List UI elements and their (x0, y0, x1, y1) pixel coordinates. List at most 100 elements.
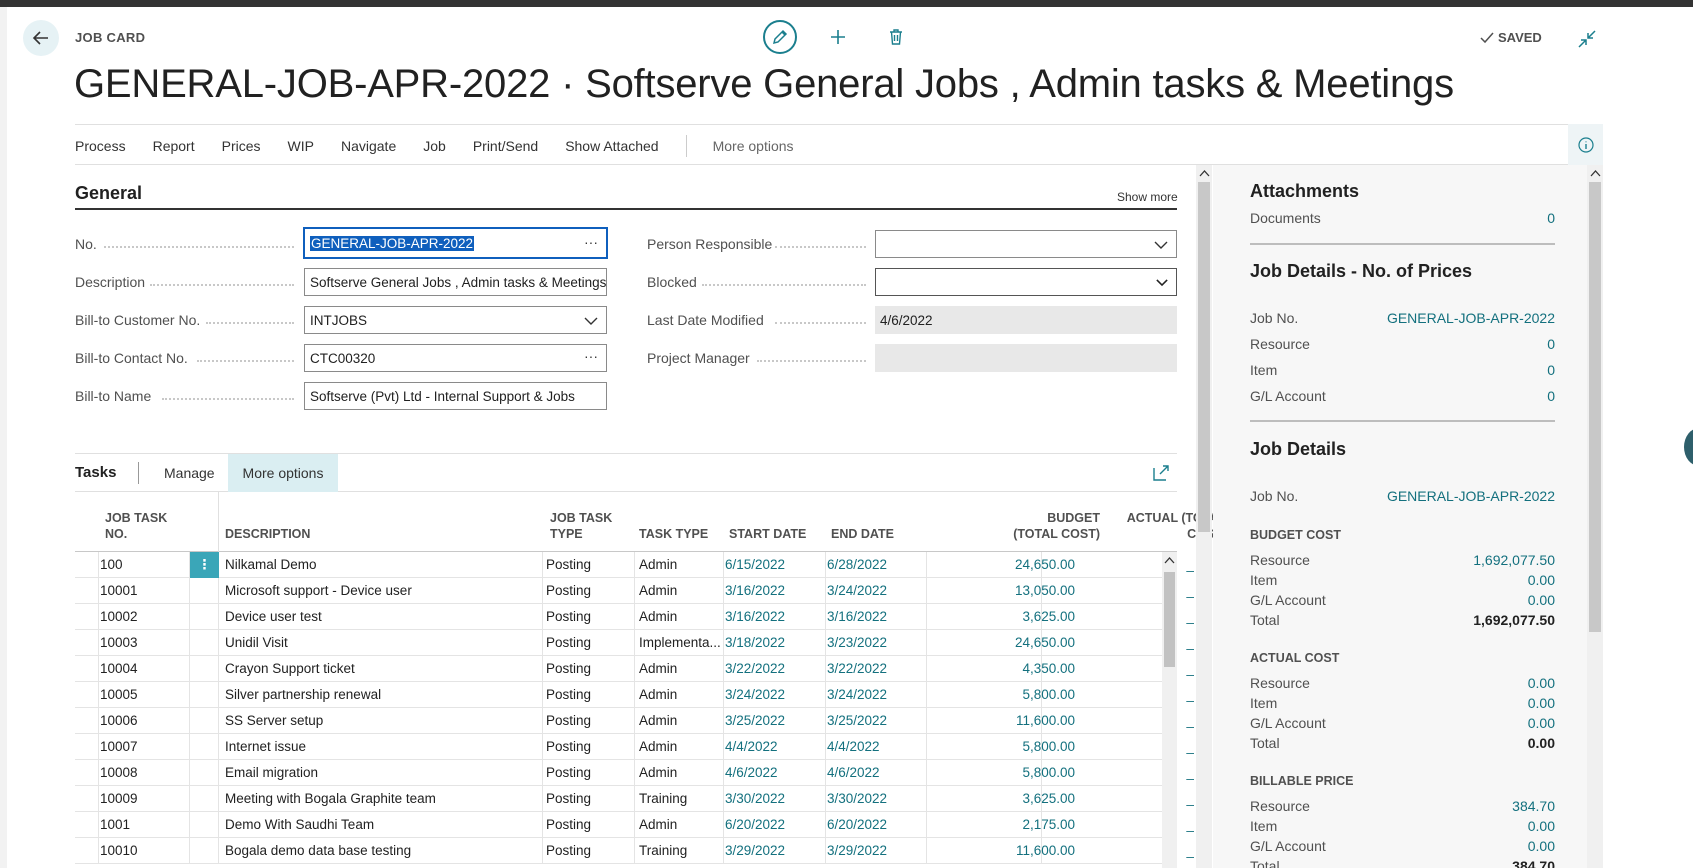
cell-start[interactable]: 3/18/2022 (725, 630, 820, 656)
tasks-manage-button[interactable]: Manage (164, 465, 215, 481)
description-field[interactable]: Softserve General Jobs , Admin tasks & M… (304, 268, 607, 296)
cell-start[interactable]: 3/25/2022 (725, 708, 820, 734)
table-row[interactable]: 1001 Demo With Saudhi Team Posting Admin 6/2… (75, 812, 1194, 838)
main-scroll-thumb[interactable] (1198, 182, 1210, 532)
action-more-options[interactable]: More options (713, 138, 794, 154)
col-job-task-type[interactable]: JOB TASK TYPE (550, 510, 612, 542)
bill-to-contact-no-field[interactable]: CTC00320 ··· (304, 344, 607, 372)
cell-actual[interactable]: _ (1120, 578, 1194, 604)
cell-end[interactable]: 3/24/2022 (827, 578, 927, 604)
cell-actual[interactable]: _ (1120, 838, 1194, 864)
cell-budget[interactable]: 13,050.00 (935, 578, 1075, 604)
show-more-link[interactable]: Show more (1117, 190, 1178, 204)
cell-budget[interactable]: 2,175.00 (935, 812, 1075, 838)
cell-start[interactable]: 3/30/2022 (725, 786, 820, 812)
grid-scroll-thumb[interactable] (1164, 572, 1175, 667)
cell-end[interactable]: 3/25/2022 (827, 708, 927, 734)
action-wip[interactable]: WIP (288, 138, 314, 154)
col-job-task-no[interactable]: JOB TASK NO. (105, 510, 167, 542)
cell-budget[interactable]: 11,600.00 (935, 838, 1075, 864)
cell-actual[interactable]: _ (1120, 682, 1194, 708)
cell-actual[interactable]: _ (1120, 708, 1194, 734)
blocked-select[interactable] (875, 268, 1177, 296)
bill-to-name-field[interactable]: Softserve (Pvt) Ltd - Internal Support &… (304, 382, 607, 410)
action-show-attached[interactable]: Show Attached (565, 138, 658, 154)
cell-budget[interactable]: 24,650.00 (935, 552, 1075, 578)
documents-count-link[interactable]: 0 (1547, 210, 1555, 226)
cell-end[interactable]: 3/24/2022 (827, 682, 927, 708)
cell-actual[interactable]: _ (1120, 604, 1194, 630)
col-start-date[interactable]: START DATE (729, 526, 806, 542)
grid-scrollbar[interactable] (1162, 552, 1177, 868)
ellipsis-icon[interactable]: ··· (584, 234, 598, 250)
action-process[interactable]: Process (75, 138, 126, 154)
cell-start[interactable]: 3/22/2022 (725, 656, 820, 682)
table-row[interactable]: 10005 Silver partnership renewal Posting Ad… (75, 682, 1194, 708)
action-report[interactable]: Report (153, 138, 195, 154)
cell-budget[interactable]: 24,650.00 (935, 630, 1075, 656)
factbox-toggle-button[interactable] (1568, 124, 1603, 165)
row-menu-icon[interactable]: ⋮ (190, 552, 219, 578)
cell-actual[interactable]: _ (1120, 630, 1194, 656)
cell-end[interactable]: 3/29/2022 (827, 838, 927, 864)
cell-start[interactable]: 6/15/2022 (725, 552, 820, 578)
ellipsis-icon[interactable]: ··· (584, 348, 598, 364)
cell-actual[interactable]: _ (1120, 812, 1194, 838)
table-row[interactable]: 100 Nilkamal Demo Posting Admin 6/15/2022 6/2… (75, 552, 1194, 578)
cell-start[interactable]: 3/24/2022 (725, 682, 820, 708)
cell-actual[interactable]: _ (1120, 786, 1194, 812)
chevron-down-icon[interactable] (1156, 278, 1168, 287)
cell-budget[interactable]: 11,600.00 (935, 708, 1075, 734)
table-row[interactable]: 10002 Device user test Posting Admin 3/16/20… (75, 604, 1194, 630)
chevron-down-icon[interactable] (584, 316, 598, 326)
table-row[interactable]: 10010 Bogala demo data base testing Postin… (75, 838, 1194, 864)
cell-start[interactable]: 4/6/2022 (725, 760, 820, 786)
table-row[interactable]: 10006 SS Server setup Posting Admin 3/25/202… (75, 708, 1194, 734)
bill-to-customer-no-field[interactable]: INTJOBS (304, 306, 607, 334)
table-row[interactable]: 10004 Crayon Support ticket Posting Admin 3/… (75, 656, 1194, 682)
cell-end[interactable]: 4/6/2022 (827, 760, 927, 786)
tasks-more-options-button[interactable]: More options (228, 454, 338, 492)
cell-end[interactable]: 3/22/2022 (827, 656, 927, 682)
cell-start[interactable]: 3/29/2022 (725, 838, 820, 864)
cell-end[interactable]: 6/28/2022 (827, 552, 927, 578)
cell-actual[interactable]: _ (1120, 552, 1194, 578)
action-prices[interactable]: Prices (222, 138, 261, 154)
cell-budget[interactable]: 5,800.00 (935, 734, 1075, 760)
chevron-down-icon[interactable] (1154, 240, 1168, 250)
action-print-send[interactable]: Print/Send (473, 138, 538, 154)
cell-end[interactable]: 3/30/2022 (827, 786, 927, 812)
edit-button[interactable] (763, 20, 797, 54)
col-end-date[interactable]: END DATE (831, 526, 894, 542)
cell-end[interactable]: 6/20/2022 (827, 812, 927, 838)
cell-start[interactable]: 6/20/2022 (725, 812, 820, 838)
cell-actual[interactable]: _ (1120, 656, 1194, 682)
scroll-up-icon[interactable] (1164, 555, 1175, 565)
scroll-up-icon[interactable] (1590, 168, 1601, 178)
table-row[interactable]: 10009 Meeting with Bogala Graphite team Po… (75, 786, 1194, 812)
cell-budget[interactable]: 3,625.00 (935, 604, 1075, 630)
cell-budget[interactable]: 5,800.00 (935, 760, 1075, 786)
table-row[interactable]: 10007 Internet issue Posting Admin 4/4/2022 4… (75, 734, 1194, 760)
cell-start[interactable]: 4/4/2022 (725, 734, 820, 760)
cell-budget[interactable]: 5,800.00 (935, 682, 1075, 708)
new-button[interactable] (821, 20, 855, 54)
table-row[interactable]: 10001 Microsoft support - Device user Post… (75, 578, 1194, 604)
back-button[interactable] (23, 20, 59, 56)
action-navigate[interactable]: Navigate (341, 138, 396, 154)
col-budget[interactable]: BUDGET (TOTAL COST) (945, 510, 1100, 542)
cell-start[interactable]: 3/16/2022 (725, 604, 820, 630)
main-scrollbar[interactable] (1196, 165, 1212, 868)
table-row[interactable]: 10008 Email migration Posting Admin 4/6/2022… (75, 760, 1194, 786)
action-job[interactable]: Job (423, 138, 446, 154)
person-responsible-field[interactable] (875, 230, 1177, 258)
table-row[interactable]: 10003 Unidil Visit Posting Implementa... 3/1… (75, 630, 1194, 656)
cell-start[interactable]: 3/16/2022 (725, 578, 820, 604)
cell-actual[interactable]: _ (1120, 734, 1194, 760)
side-panel-handle[interactable] (1684, 428, 1693, 466)
cell-budget[interactable]: 3,625.00 (935, 786, 1075, 812)
cell-end[interactable]: 4/4/2022 (827, 734, 927, 760)
cell-end[interactable]: 3/23/2022 (827, 630, 927, 656)
col-description[interactable]: DESCRIPTION (225, 526, 310, 542)
no-field[interactable]: GENERAL-JOB-APR-2022 ··· (303, 227, 608, 259)
